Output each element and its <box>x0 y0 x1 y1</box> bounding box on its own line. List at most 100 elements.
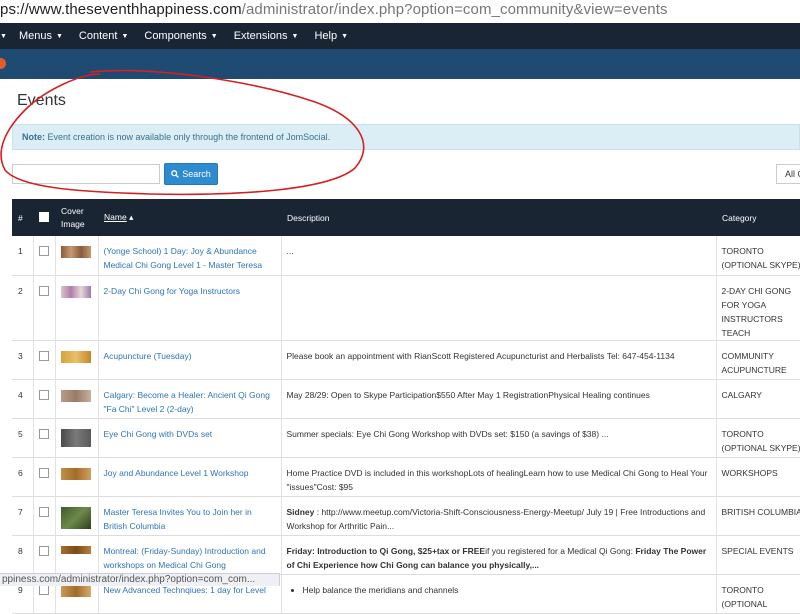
table-row: 8 Montreal: (Friday-Sunday) Introduction… <box>12 535 800 574</box>
row-checkbox[interactable] <box>38 506 49 517</box>
row-number: 4 <box>18 389 23 400</box>
cover-image[interactable] <box>60 285 91 298</box>
event-description: May 28/29: Open to Skype Participation$5… <box>280 379 716 418</box>
url-domain: ps://www.theseventhhappiness.com <box>0 1 242 18</box>
event-category: TORONTO (OPTIONAL SKYPE) <box>715 236 800 275</box>
row-checkbox[interactable] <box>38 285 49 296</box>
menu-components[interactable]: Components ▼ <box>144 30 217 42</box>
row-select-cell <box>32 457 55 496</box>
row-checkbox[interactable] <box>38 350 49 361</box>
event-name-link[interactable]: Master Teresa Invites You to Join her in… <box>97 496 281 535</box>
row-number: 6 <box>18 467 23 478</box>
event-name-link[interactable]: 2-Day Chi Gong for Yoga Instructors <box>97 275 281 340</box>
admin-menubar: ▼ Menus ▼ Content ▼ Components ▼ Extensions… <box>0 23 800 49</box>
event-category: SPECIAL EVENTS <box>715 535 800 574</box>
cover-image[interactable] <box>60 467 91 480</box>
info-note: Note: Event creation is now available on… <box>12 124 800 150</box>
cover-image[interactable] <box>60 428 91 447</box>
cover-image[interactable] <box>60 389 91 402</box>
row-select-cell <box>32 236 55 275</box>
cover-image[interactable] <box>60 246 91 258</box>
category-filter-select[interactable]: All C <box>776 164 800 184</box>
event-description <box>280 275 716 340</box>
select-all-checkbox[interactable] <box>39 211 49 222</box>
event-description: Friday: Introduction to Qi Gong, $25+tax… <box>280 535 716 574</box>
chevron-down-icon: ▼ <box>341 32 348 40</box>
row-checkbox[interactable] <box>38 467 49 478</box>
menu-help[interactable]: Help ▼ <box>314 30 348 42</box>
column-header-select-all <box>33 199 55 236</box>
event-name-link[interactable]: Eye Chi Gong with DVDs set <box>97 418 281 457</box>
event-category: BRITISH COLUMBIA <box>715 496 800 535</box>
row-checkbox[interactable] <box>38 389 49 400</box>
event-name-link[interactable]: Acupuncture (Tuesday) <box>97 340 281 379</box>
event-category: 2-DAY CHI GONG FOR YOGA INSTRUCTORS TEAC… <box>715 275 800 340</box>
row-checkbox[interactable] <box>38 545 49 556</box>
row-select-cell <box>32 275 55 340</box>
event-description: Help balance the meridians and channels <box>280 574 716 613</box>
status-bar-url: ppiness.com/administrator/index.php?opti… <box>0 573 280 586</box>
table-row: 5 Eye Chi Gong with DVDs set Summer spec… <box>12 418 800 457</box>
row-number: 2 <box>18 285 23 296</box>
event-description: Summer specials: Eye Chi Gong Workshop w… <box>280 418 716 457</box>
event-name-link[interactable]: (Yonge School) 1 Day: Joy & Abundance Me… <box>97 236 281 275</box>
chevron-down-icon: ▼ <box>210 32 218 40</box>
description-list-item: Help balance the meridians and channels <box>303 583 711 597</box>
cover-cell <box>54 418 98 457</box>
row-select-cell <box>32 496 55 535</box>
search-button[interactable]: Search <box>164 163 218 185</box>
event-category: COMMUNITY ACUPUNCTURE <box>715 340 800 379</box>
sort-ascending-icon: ▴ <box>129 212 134 222</box>
menu-extensions[interactable]: Extensions ▼ <box>234 30 299 42</box>
cover-cell <box>54 496 98 535</box>
event-name-link[interactable]: Calgary: Become a Healer: Ancient Qi Gon… <box>97 379 281 418</box>
url-path: /administrator/index.php?option=com_comm… <box>241 1 668 18</box>
event-category: TORONTO (OPTIONAL <box>715 574 800 613</box>
row-checkbox[interactable] <box>38 428 49 439</box>
note-label: Note: <box>22 132 45 142</box>
event-name-link[interactable]: Montreal: (Friday-Sunday) Introduction a… <box>97 535 281 574</box>
note-text: Event creation is now available only thr… <box>45 132 331 142</box>
row-number: 3 <box>18 350 23 361</box>
menu-label: Extensions <box>233 30 288 42</box>
description-list: Help balance the meridians and channels <box>287 583 711 597</box>
table-header-row: # Cover Image Name ▴ Description Categor… <box>12 199 800 236</box>
cover-cell <box>54 379 98 418</box>
event-description: ... <box>280 236 716 275</box>
table-row: 3 Acupuncture (Tuesday) Please book an a… <box>12 340 800 379</box>
event-category: TORONTO (OPTIONAL SKYPE) <box>715 418 800 457</box>
row-checkbox[interactable] <box>38 246 49 256</box>
chevron-down-icon: ▼ <box>121 32 129 40</box>
address-bar[interactable]: ps://www.theseventhhappiness.com/adminis… <box>0 0 800 23</box>
menu-content[interactable]: Content ▼ <box>79 30 128 42</box>
event-description: Please book an appointment with RianScot… <box>280 340 716 379</box>
menu-label: Menus <box>18 30 52 42</box>
cover-image[interactable] <box>60 350 91 363</box>
cover-cell <box>54 340 98 379</box>
search-icon <box>171 170 180 178</box>
table-row: 1 (Yonge School) 1 Day: Joy & Abundance … <box>12 236 800 275</box>
row-checkbox[interactable] <box>38 584 49 595</box>
column-header-category: Category <box>722 212 757 223</box>
column-header-number: # <box>18 212 23 223</box>
row-select-cell <box>32 379 55 418</box>
menu-label: Content <box>78 30 118 42</box>
menu-menus[interactable]: Menus ▼ <box>19 30 63 42</box>
row-select-cell <box>32 340 55 379</box>
row-select-cell <box>32 535 55 574</box>
cover-image[interactable] <box>60 584 91 597</box>
column-header-name[interactable]: Name ▴ <box>98 199 281 236</box>
cover-image[interactable] <box>60 545 91 554</box>
menu-collapsed-caret[interactable]: ▼ <box>0 33 7 40</box>
event-name-link[interactable]: Joy and Abundance Level 1 Workshop <box>97 457 281 496</box>
cover-image[interactable] <box>60 506 91 529</box>
component-header-bar <box>0 49 800 79</box>
description-text: : http://www.meetup.com/Victoria-Shift-C… <box>286 506 706 531</box>
table-row: 6 Joy and Abundance Level 1 Workshop Hom… <box>12 457 800 496</box>
event-description: Home Practice DVD is included in this wo… <box>280 457 716 496</box>
table-row: 7 Master Teresa Invites You to Join her … <box>12 496 800 535</box>
sort-name-link[interactable]: Name <box>104 212 127 222</box>
cover-cell <box>54 275 98 340</box>
description-bold: Sidney <box>286 506 315 517</box>
search-input[interactable] <box>12 164 160 184</box>
